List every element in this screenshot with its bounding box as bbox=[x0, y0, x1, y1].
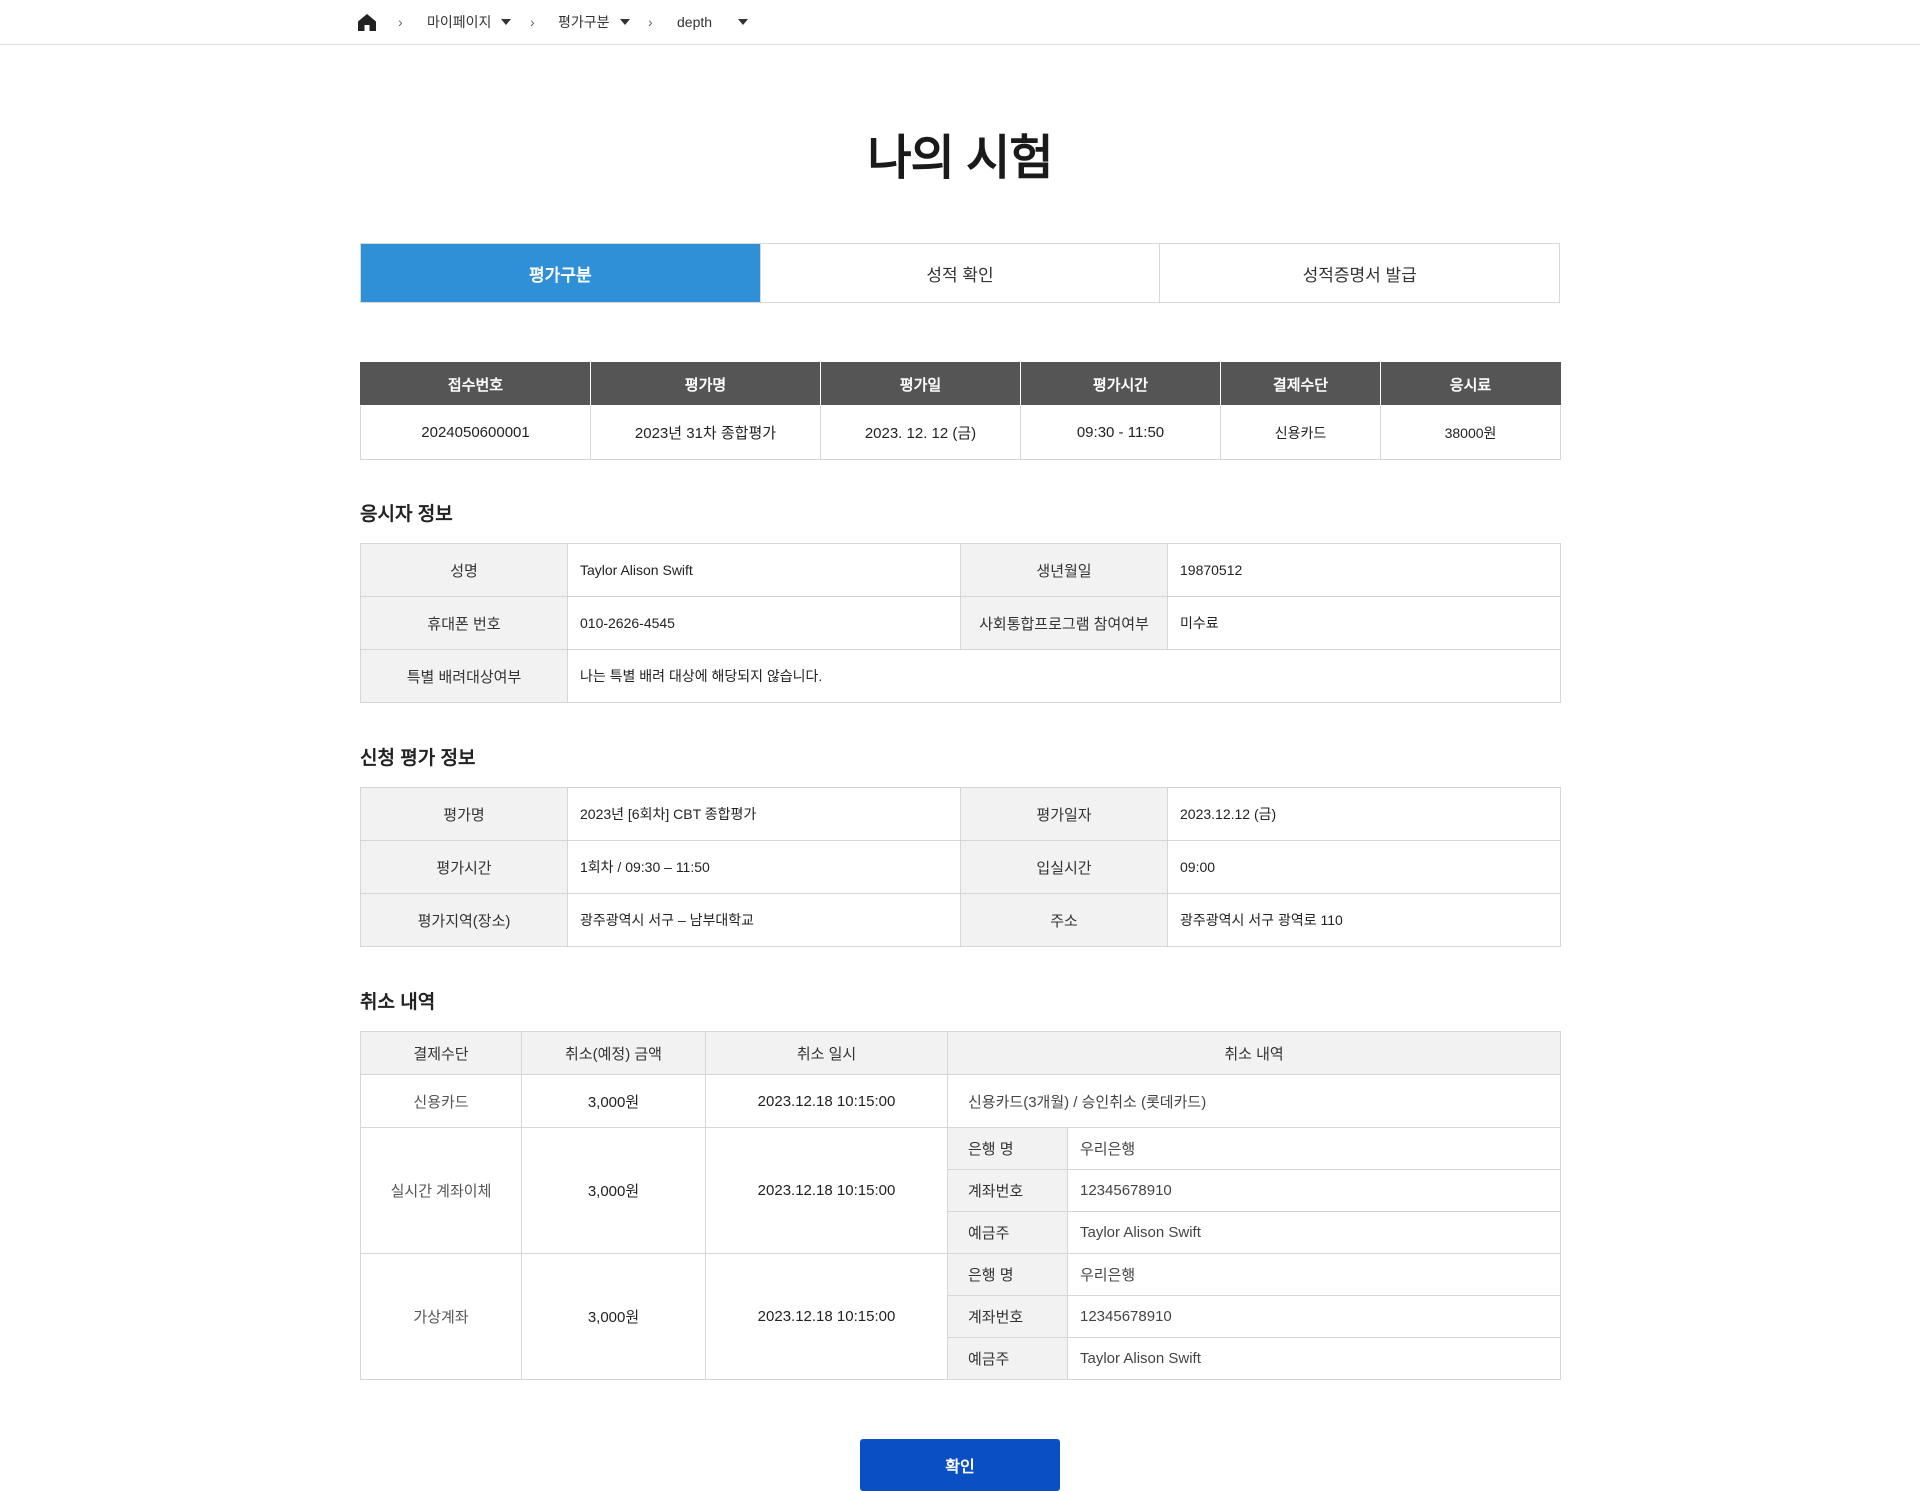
column-header: 취소 일시 bbox=[705, 1031, 948, 1075]
cancel-datetime: 2023.12.18 10:15:00 bbox=[705, 1074, 948, 1128]
exam-date-value: 2023.12.12 (금) bbox=[1167, 787, 1561, 841]
confirm-button[interactable]: 확인 bbox=[860, 1439, 1060, 1491]
breadcrumb-item-category[interactable]: 평가구분 bbox=[558, 0, 630, 44]
exam-date-label: 평가일자 bbox=[960, 787, 1168, 841]
exam-name: 2023년 31차 종합평가 bbox=[590, 405, 821, 460]
birth-label: 생년월일 bbox=[960, 543, 1168, 597]
name-label: 성명 bbox=[360, 543, 568, 597]
place-label: 평가지역(장소) bbox=[360, 893, 568, 947]
table-row: 신용카드 3,000원 2023.12.18 10:15:00 신용카드(3개월… bbox=[360, 1074, 1561, 1128]
table-row: 2024050600001 2023년 31차 종합평가 2023. 12. 1… bbox=[360, 405, 1561, 460]
payment-method: 신용카드 bbox=[1220, 405, 1381, 460]
tab-certificate[interactable]: 성적증명서 발급 bbox=[1159, 244, 1560, 302]
table-row: 휴대폰 번호 010-2626-4545 사회통합프로그램 참여여부 미수료 bbox=[360, 596, 1561, 650]
cancel-datetime: 2023.12.18 10:15:00 bbox=[705, 1127, 948, 1254]
column-header: 결제수단 bbox=[360, 1031, 522, 1075]
cancel-history-table: 결제수단 취소(예정) 금액 취소 일시 취소 내역 신용카드 3,000원 2… bbox=[360, 1031, 1561, 1380]
bank-label: 은행 명 bbox=[947, 1253, 1068, 1296]
account-value: 12345678910 bbox=[1067, 1295, 1561, 1338]
applicant-section-title: 응시자 정보 bbox=[360, 504, 453, 525]
table-header-row: 결제수단 취소(예정) 금액 취소 일시 취소 내역 bbox=[360, 1031, 1561, 1075]
column-header: 응시료 bbox=[1380, 362, 1561, 406]
birth-value: 19870512 bbox=[1167, 543, 1561, 597]
holder-label: 예금주 bbox=[947, 1211, 1068, 1254]
bank-value: 우리은행 bbox=[1067, 1253, 1561, 1296]
cancel-amount: 3,000원 bbox=[521, 1253, 706, 1380]
exam-info-table: 평가명 2023년 [6회차] CBT 종합평가 평가일자 2023.12.12… bbox=[360, 787, 1561, 947]
holder-value: Taylor Alison Swift bbox=[1067, 1337, 1561, 1380]
account-label: 계좌번호 bbox=[947, 1169, 1068, 1212]
column-header: 평가명 bbox=[590, 362, 821, 406]
phone-label: 휴대폰 번호 bbox=[360, 596, 568, 650]
account-value: 12345678910 bbox=[1067, 1169, 1561, 1212]
breadcrumb-item-mypage[interactable]: 마이페이지 bbox=[427, 0, 512, 44]
table-row: 실시간 계좌이체 3,000원 2023.12.18 10:15:00 은행 명… bbox=[360, 1127, 1561, 1254]
chevron-right-icon: › bbox=[398, 14, 403, 30]
cancel-detail: 신용카드(3개월) / 승인취소 (롯데카드) bbox=[947, 1074, 1561, 1128]
name-value: Taylor Alison Swift bbox=[567, 543, 961, 597]
special-label: 특별 배려대상여부 bbox=[360, 649, 568, 703]
phone-value: 010-2626-4545 bbox=[567, 596, 961, 650]
exam-time-value: 1회차 / 09:30 – 11:50 bbox=[567, 840, 961, 894]
cancel-section-title: 취소 내역 bbox=[360, 992, 436, 1013]
breadcrumb: › 마이페이지 › 평가구분 › depth bbox=[0, 0, 1920, 45]
table-row: 평가지역(장소) 광주광역시 서구 – 남부대학교 주소 광주광역시 서구 광역… bbox=[360, 893, 1561, 947]
tab-category[interactable]: 평가구분 bbox=[361, 244, 760, 302]
exam-date: 2023. 12. 12 (금) bbox=[820, 405, 1021, 460]
entry-time-value: 09:00 bbox=[1167, 840, 1561, 894]
table-row: 가상계좌 3,000원 2023.12.18 10:15:00 은행 명 우리은… bbox=[360, 1253, 1561, 1380]
exam-summary-table: 접수번호 평가명 평가일 평가시간 결제수단 응시료 2024050600001… bbox=[360, 362, 1561, 460]
account-label: 계좌번호 bbox=[947, 1295, 1068, 1338]
cancel-amount: 3,000원 bbox=[521, 1127, 706, 1254]
column-header: 접수번호 bbox=[360, 362, 591, 406]
exam-time: 09:30 - 11:50 bbox=[1020, 405, 1221, 460]
cancel-method: 실시간 계좌이체 bbox=[360, 1127, 522, 1254]
column-header: 취소(예정) 금액 bbox=[521, 1031, 706, 1075]
table-row: 특별 배려대상여부 나는 특별 배려 대상에 해당되지 않습니다. bbox=[360, 649, 1561, 703]
caret-down-icon bbox=[738, 19, 749, 25]
program-value: 미수료 bbox=[1167, 596, 1561, 650]
program-label: 사회통합프로그램 참여여부 bbox=[960, 596, 1168, 650]
special-value: 나는 특별 배려 대상에 해당되지 않습니다. bbox=[567, 649, 1561, 703]
table-row: 평가시간 1회차 / 09:30 – 11:50 입실시간 09:00 bbox=[360, 840, 1561, 894]
exam-name-value: 2023년 [6회차] CBT 종합평가 bbox=[567, 787, 961, 841]
holder-value: Taylor Alison Swift bbox=[1067, 1211, 1561, 1254]
table-row: 성명 Taylor Alison Swift 생년월일 19870512 bbox=[360, 543, 1561, 597]
breadcrumb-item-depth[interactable]: depth bbox=[677, 0, 749, 44]
chevron-right-icon: › bbox=[530, 14, 535, 30]
table-header-row: 접수번호 평가명 평가일 평가시간 결제수단 응시료 bbox=[360, 362, 1561, 406]
bank-label: 은행 명 bbox=[947, 1127, 1068, 1170]
caret-down-icon bbox=[619, 19, 630, 25]
holder-label: 예금주 bbox=[947, 1337, 1068, 1380]
exam-name-label: 평가명 bbox=[360, 787, 568, 841]
tab-bar: 평가구분 성적 확인 성적증명서 발급 bbox=[360, 243, 1560, 303]
address-label: 주소 bbox=[960, 893, 1168, 947]
caret-down-icon bbox=[501, 19, 512, 25]
home-icon[interactable] bbox=[358, 0, 378, 44]
receipt-number: 2024050600001 bbox=[360, 405, 591, 460]
address-value: 광주광역시 서구 광역로 110 bbox=[1167, 893, 1561, 947]
column-header: 평가시간 bbox=[1020, 362, 1221, 406]
place-value: 광주광역시 서구 – 남부대학교 bbox=[567, 893, 961, 947]
page-title: 나의 시험 bbox=[867, 132, 1054, 185]
exam-fee: 38000원 bbox=[1380, 405, 1561, 460]
chevron-right-icon: › bbox=[648, 14, 653, 30]
exam-section-title: 신청 평가 정보 bbox=[360, 748, 476, 769]
tab-score-check[interactable]: 성적 확인 bbox=[759, 244, 1160, 302]
bank-value: 우리은행 bbox=[1067, 1127, 1561, 1170]
cancel-method: 신용카드 bbox=[360, 1074, 522, 1128]
applicant-info-table: 성명 Taylor Alison Swift 생년월일 19870512 휴대폰… bbox=[360, 543, 1561, 703]
entry-time-label: 입실시간 bbox=[960, 840, 1168, 894]
cancel-method: 가상계좌 bbox=[360, 1253, 522, 1380]
table-row: 평가명 2023년 [6회차] CBT 종합평가 평가일자 2023.12.12… bbox=[360, 787, 1561, 841]
column-header: 결제수단 bbox=[1220, 362, 1381, 406]
column-header: 평가일 bbox=[820, 362, 1021, 406]
cancel-amount: 3,000원 bbox=[521, 1074, 706, 1128]
column-header: 취소 내역 bbox=[947, 1031, 1561, 1075]
exam-time-label: 평가시간 bbox=[360, 840, 568, 894]
cancel-datetime: 2023.12.18 10:15:00 bbox=[705, 1253, 948, 1380]
